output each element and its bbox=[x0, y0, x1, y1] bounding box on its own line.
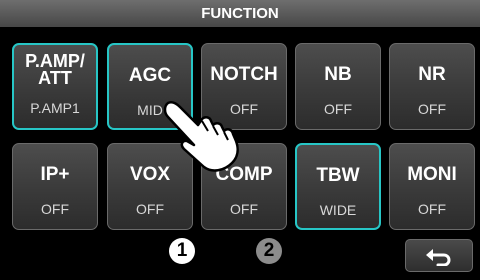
notch-label: NOTCH bbox=[210, 64, 278, 85]
back-button[interactable] bbox=[405, 239, 473, 272]
return-arrow-icon bbox=[426, 248, 451, 266]
tbw-label: TBW bbox=[316, 165, 360, 186]
page-2-indicator[interactable]: 2 bbox=[256, 238, 282, 264]
nr-button[interactable]: NR OFF bbox=[389, 43, 475, 130]
ip-plus-label: IP+ bbox=[40, 164, 70, 185]
ip-plus-button[interactable]: IP+ OFF bbox=[12, 143, 98, 230]
function-title-bar: FUNCTION bbox=[0, 0, 480, 28]
pointing-hand-icon bbox=[163, 100, 239, 172]
pamp-att-button[interactable]: P.AMP/ ATT P.AMP1 bbox=[12, 43, 98, 130]
page-title: FUNCTION bbox=[201, 5, 279, 22]
nr-value: OFF bbox=[418, 101, 446, 117]
page-1-indicator[interactable]: 1 bbox=[169, 238, 195, 264]
moni-button[interactable]: MONI OFF bbox=[389, 143, 475, 230]
nb-button[interactable]: NB OFF bbox=[295, 43, 381, 130]
tbw-value: WIDE bbox=[319, 202, 357, 218]
pamp-att-label: P.AMP/ ATT bbox=[25, 51, 85, 88]
nb-value: OFF bbox=[324, 101, 352, 117]
ip-plus-value: OFF bbox=[41, 201, 69, 217]
nr-label: NR bbox=[418, 64, 446, 85]
comp-value: OFF bbox=[230, 201, 258, 217]
moni-value: OFF bbox=[418, 201, 446, 217]
vox-value: OFF bbox=[136, 201, 164, 217]
nb-label: NB bbox=[324, 64, 352, 85]
tbw-button[interactable]: TBW WIDE bbox=[295, 143, 381, 230]
pamp-att-value: P.AMP1 bbox=[30, 100, 80, 116]
moni-label: MONI bbox=[407, 164, 457, 185]
agc-label: AGC bbox=[128, 65, 172, 86]
